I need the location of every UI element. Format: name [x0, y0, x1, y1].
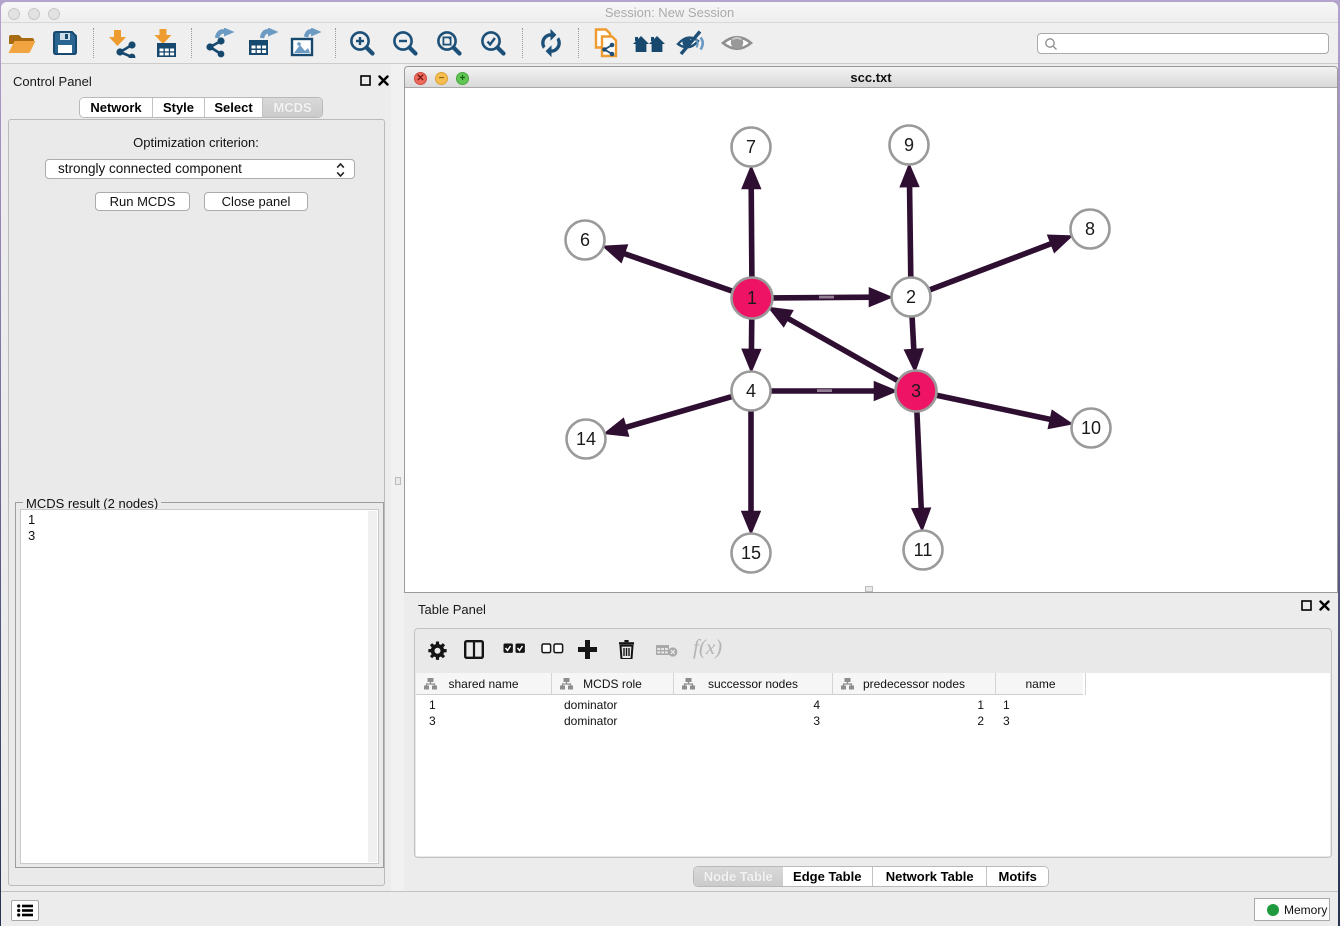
- svg-text:11: 11: [914, 540, 933, 560]
- svg-text:3: 3: [911, 381, 921, 401]
- svg-text:4: 4: [746, 381, 756, 401]
- svg-text:10: 10: [1081, 418, 1101, 438]
- svg-text:6: 6: [580, 230, 590, 250]
- svg-text:1: 1: [747, 288, 757, 308]
- svg-text:7: 7: [746, 137, 756, 157]
- svg-text:14: 14: [576, 429, 596, 449]
- svg-text:8: 8: [1085, 219, 1095, 239]
- svg-text:2: 2: [906, 287, 916, 307]
- svg-text:9: 9: [904, 135, 914, 155]
- svg-text:15: 15: [741, 543, 761, 563]
